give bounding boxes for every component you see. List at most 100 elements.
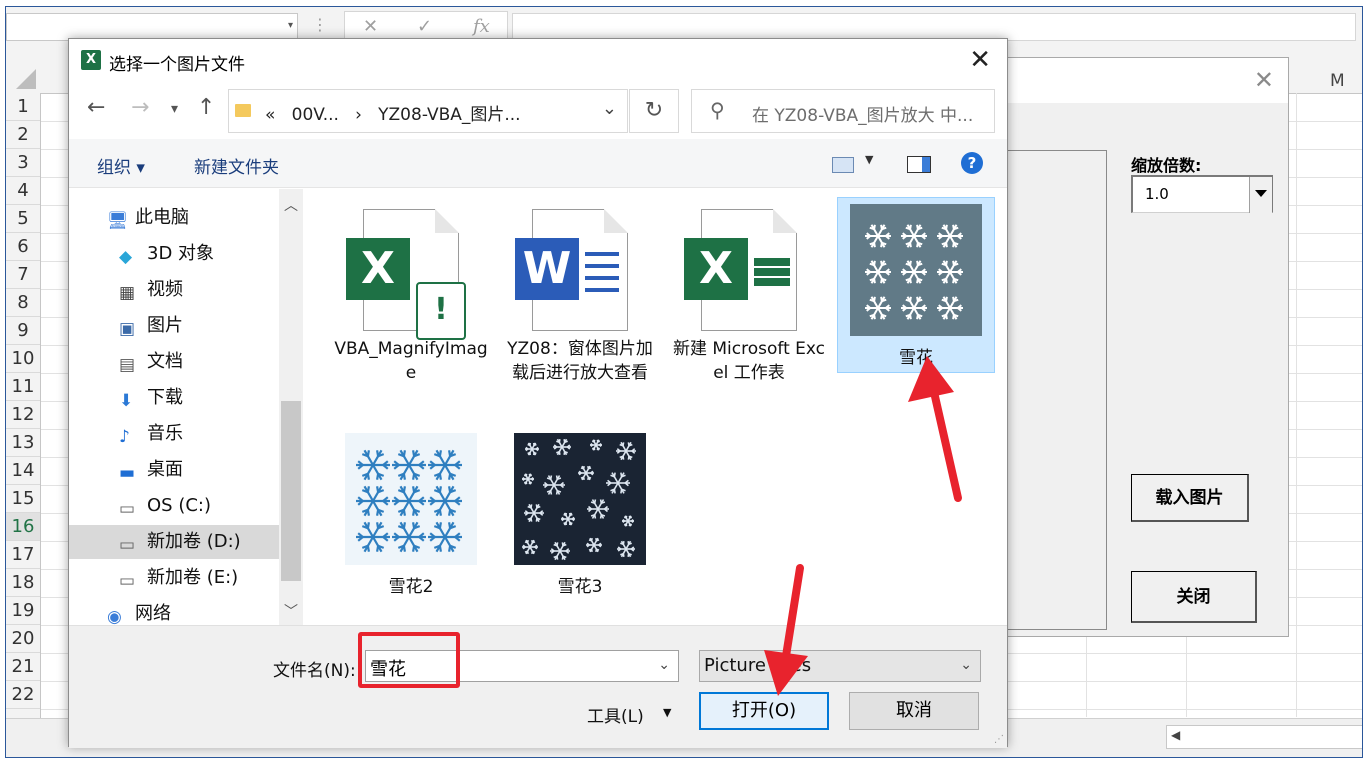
snowflake-thumbnail-2 xyxy=(345,433,477,565)
name-box-dropdown-icon[interactable]: ▾ xyxy=(288,20,293,31)
sidebar-item-10[interactable]: ▭ 新加卷 (E:) xyxy=(119,561,279,595)
sidebar-item-label: 网络 xyxy=(135,603,171,624)
zoom-combobox[interactable]: 1.0 xyxy=(1131,175,1273,213)
row-header-14[interactable]: 14 xyxy=(6,457,40,485)
row-header-17[interactable]: 17 xyxy=(6,541,40,569)
row-header-20[interactable]: 20 xyxy=(6,625,40,653)
refresh-icon[interactable]: ↻ xyxy=(629,89,679,133)
file-item-snow-1[interactable]: 雪花 xyxy=(837,197,995,373)
row-header-4[interactable]: 4 xyxy=(6,177,40,205)
sidebar-item-11[interactable]: ◉ 网络 xyxy=(107,597,277,625)
row-header-21[interactable]: 21 xyxy=(6,653,40,681)
new-folder-button[interactable]: 新建文件夹 xyxy=(194,153,279,178)
help-icon[interactable]: ? xyxy=(961,152,983,174)
sidebar-item-1[interactable]: ◆ 3D 对象 xyxy=(119,237,279,271)
formula-enter-icon[interactable]: ✓ xyxy=(417,16,432,37)
zoom-label: 缩放倍数: xyxy=(1131,156,1202,175)
row-header-1[interactable]: 1 xyxy=(6,93,40,121)
scroll-down-icon[interactable]: ﹀ xyxy=(284,601,298,621)
file-item-snow-2[interactable]: 雪花2 xyxy=(332,427,490,607)
row-header-9[interactable]: 9 xyxy=(6,317,40,345)
zoom-dropdown-button[interactable] xyxy=(1249,177,1272,213)
row-header-6[interactable]: 6 xyxy=(6,233,40,261)
organize-button[interactable]: 组织 ▾ xyxy=(97,153,145,178)
address-dropdown-icon[interactable]: ⌄ xyxy=(602,98,617,119)
row-header-16[interactable]: 16 xyxy=(6,513,40,541)
sidebar-item-5[interactable]: ⬇ 下载 xyxy=(119,381,279,415)
sidebar-item-label: OS (C:) xyxy=(147,495,211,516)
row-header-3[interactable]: 3 xyxy=(6,149,40,177)
row-header-11[interactable]: 11 xyxy=(6,373,40,401)
file-item-yz08-doc[interactable]: W YZ08：窗体图片加载后进行放大查看 xyxy=(501,201,659,421)
formula-input[interactable] xyxy=(512,13,1356,41)
annotation-highlight-box xyxy=(358,632,460,688)
tools-chevron-icon[interactable]: ▼ xyxy=(663,706,671,719)
scroll-up-icon[interactable]: ︿ xyxy=(284,195,298,215)
row-header-12[interactable]: 12 xyxy=(6,401,40,429)
sidebar-item-7[interactable]: ▬ 桌面 xyxy=(119,453,279,487)
sidebar-item-3[interactable]: ▣ 图片 xyxy=(119,309,279,343)
folder-icon xyxy=(235,104,251,117)
file-item-vba-magnify[interactable]: X ! VBA_MagnifyImage xyxy=(332,201,490,421)
column-header-m[interactable]: M xyxy=(1330,71,1345,91)
navigation-pane-scrollbar[interactable]: ︿ ﹀ xyxy=(279,189,303,625)
film-icon: ▦ xyxy=(119,283,136,303)
breadcrumb-item-1[interactable]: 00V... xyxy=(292,105,339,125)
scroll-thumb[interactable] xyxy=(281,401,301,581)
cancel-button[interactable]: 取消 xyxy=(849,692,979,730)
row-header-13[interactable]: 13 xyxy=(6,429,40,457)
sidebar-item-4[interactable]: ▤ 文档 xyxy=(119,345,279,379)
address-bar[interactable]: « 00V... › YZ08-VBA_图片... ⌄ xyxy=(228,89,628,133)
load-image-button[interactable]: 载入图片 xyxy=(1131,474,1249,522)
row-header-19[interactable]: 19 xyxy=(6,597,40,625)
preview-pane-icon[interactable] xyxy=(907,156,931,173)
row-header-10[interactable]: 10 xyxy=(6,345,40,373)
sidebar-item-0[interactable]: 🖥 此电脑 xyxy=(107,201,277,235)
file-type-dropdown-icon[interactable]: ⌄ xyxy=(960,657,972,673)
filename-dropdown-icon[interactable]: ⌄ xyxy=(658,657,670,673)
sidebar-item-6[interactable]: ♪ 音乐 xyxy=(119,417,279,451)
up-arrow-icon[interactable]: ↑ xyxy=(197,95,215,120)
file-item-snow-3[interactable]: 雪花3 xyxy=(501,427,659,607)
close-form-button[interactable]: 关闭 xyxy=(1131,571,1257,623)
userform-titlebar: ✕ xyxy=(1006,58,1288,103)
tools-button[interactable]: 工具(L) xyxy=(587,702,644,727)
row-header-5[interactable]: 5 xyxy=(6,205,40,233)
sidebar-item-label: 桌面 xyxy=(147,459,183,480)
dialog-close-icon[interactable]: ✕ xyxy=(969,45,991,75)
sidebar-item-2[interactable]: ▦ 视频 xyxy=(119,273,279,307)
breadcrumb-overflow[interactable]: « xyxy=(265,105,275,125)
sidebar-item-label: 音乐 xyxy=(147,423,183,444)
row-header-15[interactable]: 15 xyxy=(6,485,40,513)
userform-close-icon[interactable]: ✕ xyxy=(1254,66,1274,94)
forward-arrow-icon[interactable]: → xyxy=(131,95,149,120)
sheet-scroll-box[interactable]: ◀ xyxy=(1166,725,1362,749)
file-type-select[interactable]: Picture Files ⌄ xyxy=(699,650,981,682)
filename-label: 文件名(N): xyxy=(273,661,356,681)
breadcrumb-separator[interactable]: › xyxy=(355,105,362,125)
row-header-8[interactable]: 8 xyxy=(6,289,40,317)
formula-cancel-icon[interactable]: ✕ xyxy=(363,16,378,37)
breadcrumb[interactable]: « 00V... › YZ08-VBA_图片... xyxy=(265,100,521,125)
view-options-chevron-icon[interactable]: ▼ xyxy=(865,153,873,166)
resize-grip-icon[interactable]: ⋰ xyxy=(994,734,1004,745)
insert-function-icon[interactable]: fx xyxy=(473,16,490,37)
search-box[interactable]: ⚲ 在 YZ08-VBA_图片放大 中... xyxy=(691,89,995,133)
name-box[interactable]: ▾ xyxy=(6,13,298,41)
recent-locations-chevron-icon[interactable]: ▾ xyxy=(171,101,178,117)
select-all-icon[interactable] xyxy=(16,69,36,89)
row-header-22[interactable]: 22 xyxy=(6,681,40,709)
back-arrow-icon[interactable]: ← xyxy=(87,95,105,120)
sidebar-item-label: 此电脑 xyxy=(135,207,189,228)
sidebar-item-8[interactable]: ▭ OS (C:) xyxy=(119,489,279,523)
search-placeholder[interactable]: 在 YZ08-VBA_图片放大 中... xyxy=(752,101,973,126)
file-item-new-excel[interactable]: X 新建 Microsoft Excel 工作表 xyxy=(670,201,828,421)
scroll-left-icon[interactable]: ◀ xyxy=(1171,728,1180,742)
row-header-2[interactable]: 2 xyxy=(6,121,40,149)
row-header-7[interactable]: 7 xyxy=(6,261,40,289)
open-button[interactable]: 打开(O) xyxy=(699,692,829,730)
row-header-18[interactable]: 18 xyxy=(6,569,40,597)
change-view-icon[interactable] xyxy=(832,157,854,173)
breadcrumb-item-2[interactable]: YZ08-VBA_图片... xyxy=(378,105,520,125)
sidebar-item-9[interactable]: ▭ 新加卷 (D:) xyxy=(69,525,279,559)
